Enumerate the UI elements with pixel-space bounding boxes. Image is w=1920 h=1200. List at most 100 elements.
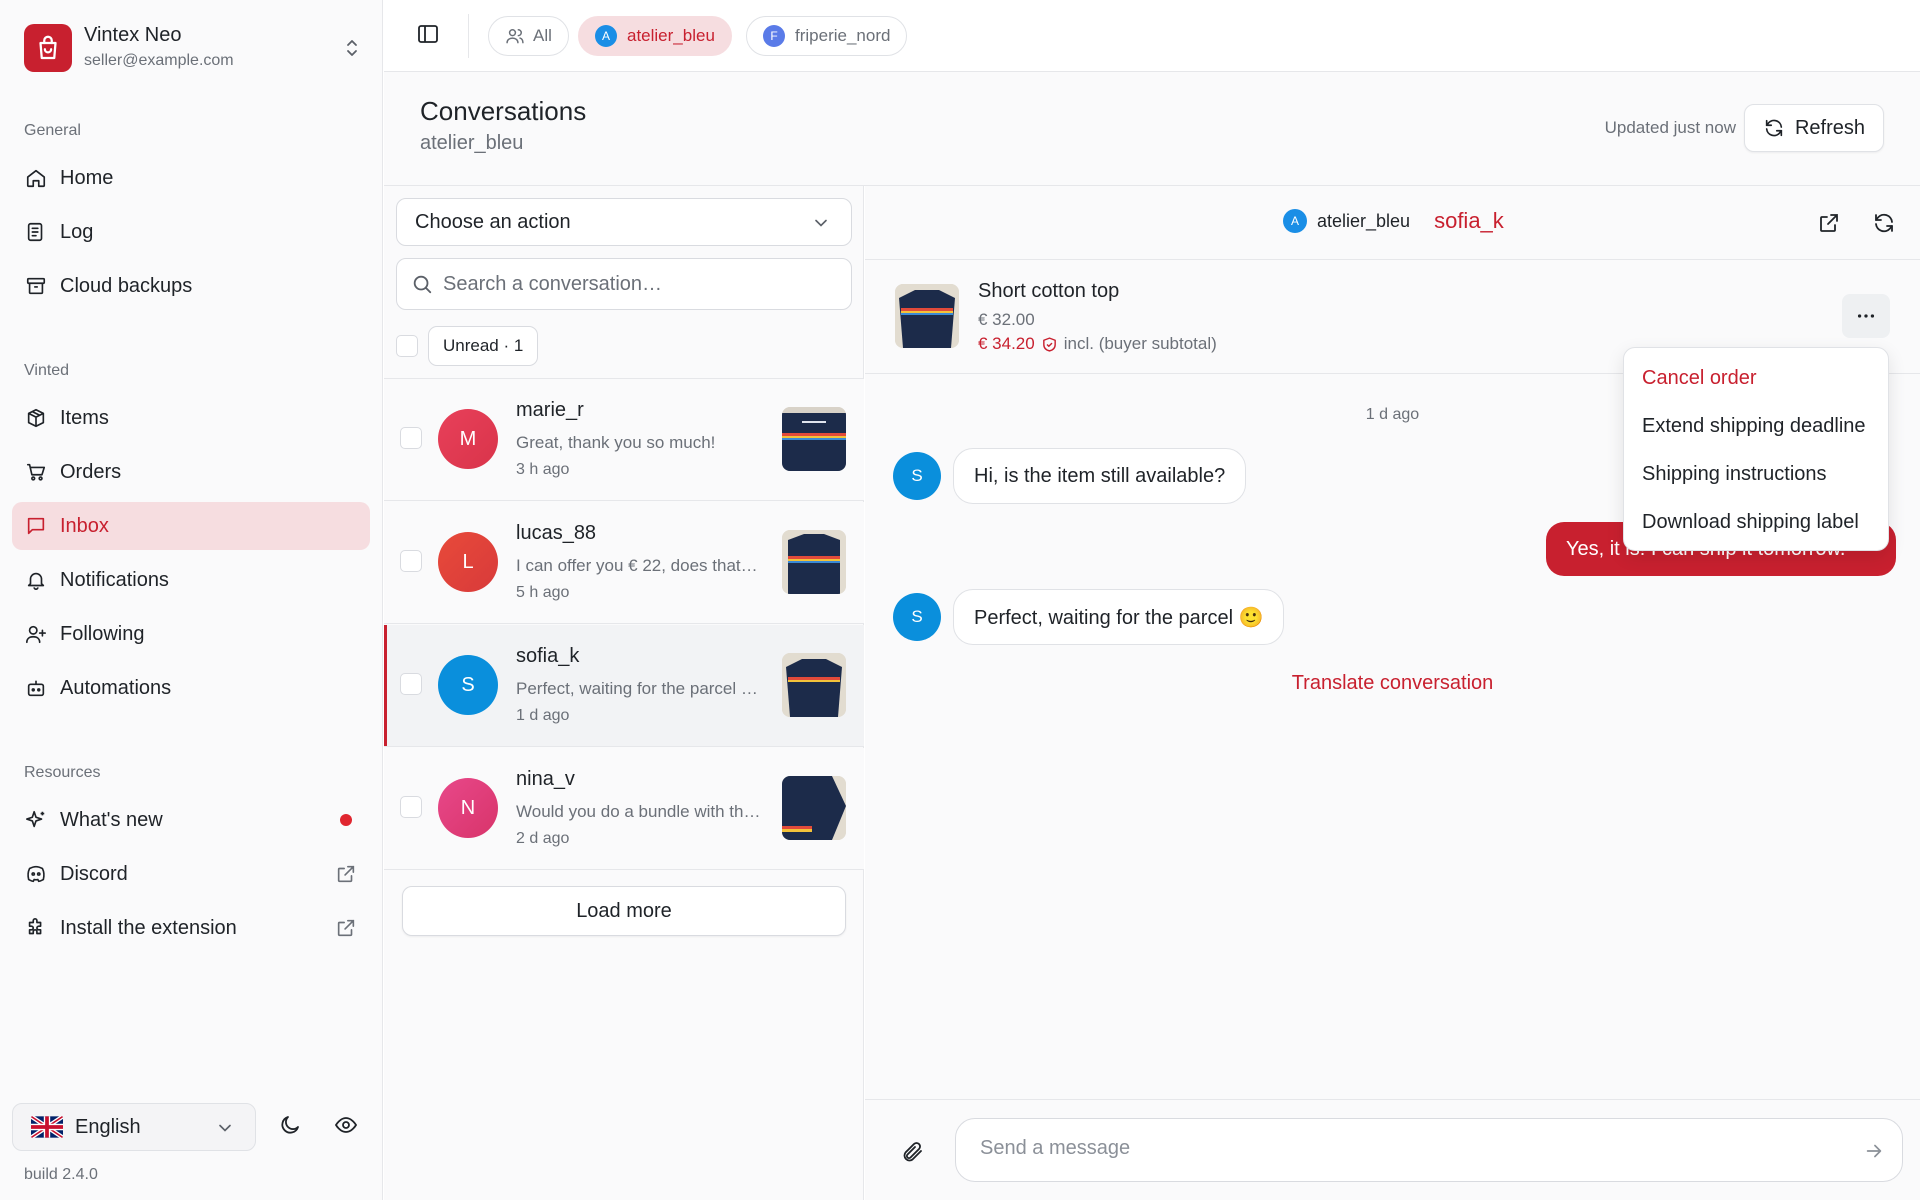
sidebar-item-install-extension[interactable]: Install the extension: [12, 904, 370, 952]
account-avatar: A: [1283, 209, 1307, 233]
sidebar-item-following[interactable]: Following: [12, 610, 370, 658]
menu-item-cancel-order[interactable]: Cancel order: [1624, 354, 1888, 402]
divider: [468, 14, 469, 58]
sidebar-item-label: What's new: [60, 808, 163, 831]
attach-button[interactable]: [899, 1138, 927, 1166]
sidebar-item-label: Cloud backups: [60, 274, 193, 297]
conversation-search: [396, 258, 852, 310]
more-actions-button[interactable]: [1842, 294, 1890, 338]
account-filter-atelier-bleu[interactable]: A atelier_bleu: [578, 16, 732, 56]
sidebar-item-notifications[interactable]: Notifications: [12, 556, 370, 604]
item-title: Short cotton top: [978, 280, 1120, 302]
conversation-item-lucas-88[interactable]: L lucas_88 I can offer you € 22, does th…: [384, 502, 864, 624]
conversation-list: Choose an action Unread · 1 M marie_r Gr…: [384, 186, 864, 1200]
panel-left-icon: [416, 22, 440, 51]
account-filter-friperie-nord[interactable]: F friperie_nord: [746, 16, 908, 56]
bot-icon: [24, 676, 48, 700]
unread-filter-button[interactable]: Unread · 1: [428, 326, 539, 366]
refresh-button[interactable]: Refresh: [1743, 104, 1884, 152]
search-input[interactable]: [443, 272, 833, 296]
chevron-down-icon: [215, 1118, 235, 1144]
message-bubble: Perfect, waiting for the parcel 🙂: [953, 589, 1285, 645]
bulk-action-select[interactable]: Choose an action: [396, 198, 852, 246]
conversation-checkbox[interactable]: [400, 796, 422, 818]
conversation-name: lucas_88: [516, 522, 597, 544]
message-bubble: Hi, is the item still available?: [953, 448, 1247, 504]
account-filter-all[interactable]: All: [488, 16, 569, 56]
dark-mode-toggle[interactable]: [270, 1107, 310, 1147]
order-actions-menu: Cancel order Extend shipping deadline Sh…: [1623, 347, 1889, 551]
sidebar-item-log[interactable]: Log: [12, 208, 370, 256]
menu-item-download-shipping-label[interactable]: Download shipping label: [1624, 498, 1888, 546]
user-plus-icon: [24, 622, 48, 646]
sidebar-item-items[interactable]: Items: [12, 394, 370, 442]
open-external-button[interactable]: [1816, 210, 1842, 236]
section-label-resources: Resources: [24, 764, 101, 781]
message-input[interactable]: [980, 1137, 1840, 1160]
paperclip-icon: [901, 1140, 925, 1164]
message-incoming: S Hi, is the item still available?: [893, 448, 1247, 504]
refresh-icon: [1763, 117, 1795, 139]
menu-item-shipping-instructions[interactable]: Shipping instructions: [1624, 450, 1888, 498]
section-label-general: General: [24, 122, 81, 139]
avatar: L: [438, 532, 498, 592]
item-thumbnail: [782, 407, 846, 471]
page-subtitle: atelier_bleu: [420, 132, 524, 154]
conversation-preview: Great, thank you so much!: [516, 433, 716, 452]
account-avatar: F: [763, 25, 785, 47]
chat-buyer-name[interactable]: sofia_k: [1434, 208, 1504, 234]
avatar: N: [438, 778, 498, 838]
chevrons-up-down-icon[interactable]: [340, 36, 364, 60]
bell-icon: [24, 568, 48, 592]
chat-header: A atelier_bleu sofia_k: [865, 186, 1920, 260]
sidebar-item-whats-new[interactable]: What's new: [12, 796, 370, 844]
refresh-conversation-button[interactable]: [1871, 210, 1897, 236]
conversation-checkbox[interactable]: [400, 550, 422, 572]
translate-conversation-label[interactable]: Translate conversation: [1292, 672, 1494, 694]
conversation-checkbox[interactable]: [400, 673, 422, 695]
sidebar-item-discord[interactable]: Discord: [12, 850, 370, 898]
sidebar-item-cloud-backups[interactable]: Cloud backups: [12, 262, 370, 310]
send-button[interactable]: [1862, 1139, 1886, 1163]
log-icon: [24, 220, 48, 244]
sidebar-toggle-button[interactable]: [410, 18, 446, 54]
brand-name: Vintex Neo: [84, 24, 182, 46]
message-incoming: S Perfect, waiting for the parcel 🙂: [893, 589, 1285, 645]
conversation-name: sofia_k: [516, 645, 580, 667]
conversation-preview: Perfect, waiting for the parcel 🙂: [516, 679, 761, 698]
select-all-checkbox[interactable]: [396, 335, 418, 357]
language-select[interactable]: English: [12, 1103, 256, 1151]
build-version: build 2.4.0: [24, 1166, 98, 1183]
sidebar-item-automations[interactable]: Automations: [12, 664, 370, 712]
conversation-preview: I can offer you € 22, does that work for…: [516, 556, 761, 575]
visibility-toggle[interactable]: [326, 1107, 366, 1147]
conversation-time: 5 h ago: [516, 584, 570, 601]
conversation-name: marie_r: [516, 399, 584, 421]
conversation-time: 1 d ago: [516, 707, 570, 724]
conversation-item-marie-r[interactable]: M marie_r Great, thank you so much! 3 h …: [384, 379, 864, 501]
updated-status: Updated just now: [1604, 118, 1736, 137]
avatar: S: [438, 655, 498, 715]
conversation-item-sofia-k[interactable]: S sofia_k Perfect, waiting for the parce…: [384, 625, 864, 747]
sidebar-item-home[interactable]: Home: [12, 154, 370, 202]
sidebar-item-label: Install the extension: [60, 916, 237, 939]
sidebar-item-inbox[interactable]: Inbox: [12, 502, 370, 550]
account-switcher[interactable]: Vintex Neo seller@example.com: [24, 24, 364, 74]
chat-account-name: atelier_bleu: [1317, 210, 1411, 231]
arrow-right-icon: [1863, 1140, 1885, 1162]
item-thumbnail: [895, 284, 959, 348]
conversation-item-nina-v[interactable]: N nina_v Would you do a bundle with the …: [384, 748, 864, 870]
page-header: Conversations atelier_bleu Updated just …: [384, 72, 1920, 186]
conversation-checkbox[interactable]: [400, 427, 422, 449]
total-note: incl. (buyer subtotal): [1063, 334, 1217, 353]
buyer-total: € 34.20: [978, 334, 1035, 353]
sidebar-item-orders[interactable]: Orders: [12, 448, 370, 496]
load-more-button[interactable]: Load more: [402, 886, 846, 936]
shield-check-icon: [1041, 336, 1058, 353]
translate-conversation-link: Translate conversation: [865, 672, 1920, 695]
avatar: S: [893, 593, 941, 641]
menu-item-extend-shipping-deadline[interactable]: Extend shipping deadline: [1624, 402, 1888, 450]
chip-label: atelier_bleu: [627, 26, 715, 45]
conversation-time: 2 d ago: [516, 830, 570, 847]
sidebar-item-label: Discord: [60, 862, 128, 885]
